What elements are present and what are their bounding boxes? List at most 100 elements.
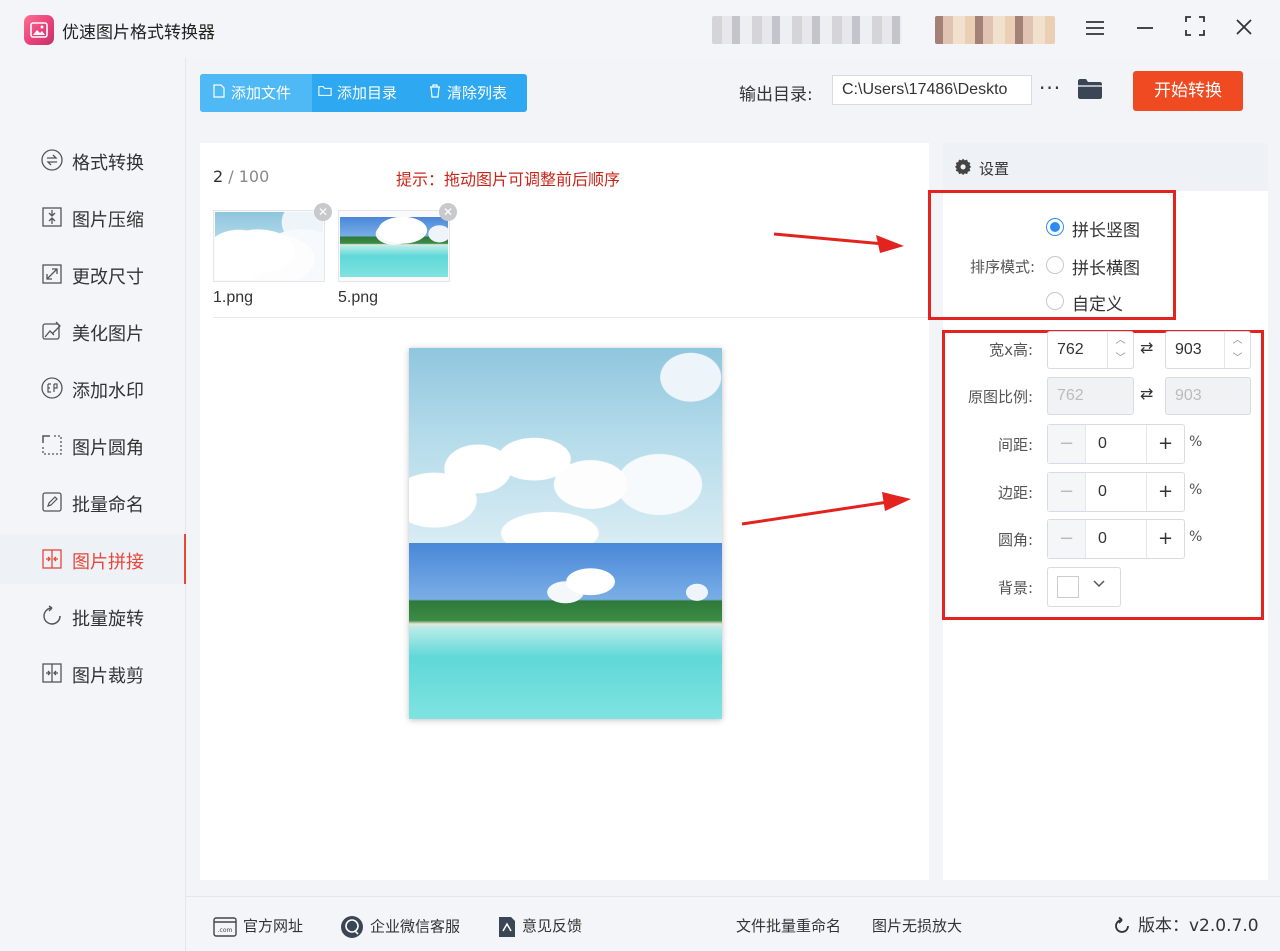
margin-stepper[interactable]: − 0 + [1047, 472, 1185, 512]
trash-icon [430, 84, 440, 98]
image-icon [30, 22, 48, 38]
sidebar-item-compress[interactable]: 图片压缩 [0, 192, 186, 242]
radio-dot [1046, 256, 1064, 274]
blurred-user-info [712, 16, 902, 44]
image-count-current: 2 [213, 167, 224, 186]
width-spinner: ︿ ﹀ [1107, 332, 1133, 368]
lossless-enlarge-link[interactable]: 图片无损放大 [872, 915, 962, 936]
output-directory-label: 输出目录: [739, 85, 813, 105]
spin-up-icon[interactable]: ︿ [1225, 332, 1250, 350]
output-directory-field[interactable]: C:\Users\17486\Deskto [832, 75, 1032, 105]
stitch-icon [42, 549, 62, 569]
format-convert-icon [41, 149, 63, 171]
sidebar: 格式转换 图片压缩 更改尺寸 美化图片 添加水印 图片圆角 批量命名 图片拼接 … [0, 58, 186, 951]
folder-outline-icon [318, 86, 332, 96]
swap-ratio-icon[interactable]: ⇄ [1140, 384, 1153, 403]
sidebar-item-rename[interactable]: 批量命名 [0, 477, 186, 527]
file-icon [213, 84, 225, 98]
batch-rename-link[interactable]: 文件批量重命名 [736, 915, 841, 936]
footer-bar: .com 官方网址 企业微信客服 意见反馈 文件批量重命名 图片无损放大 版本：v… [186, 896, 1280, 951]
feedback-link[interactable]: 意见反馈 [498, 915, 582, 938]
svg-text:.com: .com [218, 927, 233, 934]
thumbnail-filename: 1.png [213, 289, 254, 306]
sidebar-item-rounded-corner[interactable]: 图片圆角 [0, 420, 186, 470]
open-folder-button[interactable] [1077, 78, 1103, 104]
sidebar-item-stitch[interactable]: 图片拼接 [0, 534, 186, 584]
background-color-swatch [1057, 576, 1079, 598]
radio-dot [1046, 292, 1064, 310]
swap-dimensions-icon[interactable]: ⇄ [1140, 338, 1153, 357]
sidebar-item-label: 添加水印 [72, 381, 144, 402]
width-input[interactable]: 762 ︿ ﹀ [1047, 331, 1134, 369]
thumbnail-filename: 5.png [338, 289, 379, 306]
maximize-icon [1185, 16, 1205, 36]
add-file-button[interactable]: 添加文件 [200, 74, 312, 112]
start-convert-button[interactable]: 开始转换 [1133, 71, 1243, 111]
remove-thumbnail-button[interactable]: ✕ [314, 203, 332, 221]
thumbnail-image-beach [340, 217, 448, 277]
height-spinner: ︿ ﹀ [1224, 332, 1250, 368]
add-directory-button[interactable]: 添加目录 [318, 74, 418, 112]
sidebar-item-resize[interactable]: 更改尺寸 [0, 249, 186, 299]
minimize-button[interactable] [1130, 14, 1160, 44]
close-button[interactable] [1229, 14, 1259, 44]
ratio-width-field: 762 [1047, 377, 1134, 415]
gear-icon [955, 158, 972, 175]
sidebar-item-label: 更改尺寸 [72, 267, 144, 288]
folder-icon [1078, 79, 1102, 99]
maximize-button[interactable] [1180, 14, 1210, 44]
spin-down-icon[interactable]: ﹀ [1225, 350, 1250, 368]
minimize-icon [1137, 27, 1153, 29]
remove-thumbnail-button[interactable]: ✕ [439, 203, 457, 221]
decrement-button[interactable]: − [1048, 425, 1086, 463]
corner-radius-stepper[interactable]: − 0 + [1047, 519, 1185, 559]
increment-button[interactable]: + [1146, 473, 1184, 511]
increment-button[interactable]: + [1146, 520, 1184, 558]
image-count: 2 / 100 [213, 167, 269, 186]
sidebar-item-label: 图片裁剪 [72, 666, 144, 687]
thumbnail-2[interactable]: ✕ [338, 203, 457, 282]
sidebar-item-rotate[interactable]: 批量旋转 [0, 591, 186, 641]
spin-up-icon[interactable]: ︿ [1108, 332, 1133, 350]
official-site-label: 官方网址 [243, 917, 304, 935]
sidebar-item-label: 格式转换 [72, 153, 144, 174]
spin-down-icon[interactable]: ﹀ [1108, 350, 1133, 368]
sidebar-item-crop[interactable]: 图片裁剪 [0, 648, 186, 698]
sidebar-item-beautify[interactable]: 美化图片 [0, 306, 186, 356]
version-label: 版本：v2.0.7.0 [1138, 916, 1259, 936]
width-value: 762 [1057, 341, 1084, 358]
browse-more-button[interactable]: ··· [1039, 76, 1061, 100]
menu-button[interactable] [1080, 14, 1110, 44]
beautify-icon [42, 321, 61, 340]
sidebar-item-format-convert[interactable]: 格式转换 [0, 135, 186, 185]
stitch-preview [409, 348, 722, 719]
watermark-icon [41, 377, 63, 399]
height-input[interactable]: 903 ︿ ﹀ [1165, 331, 1251, 369]
corner-radius-label: 圆角: [997, 531, 1033, 549]
increment-button[interactable]: + [1146, 425, 1184, 463]
thumbnail-1[interactable]: ✕ [213, 203, 332, 282]
radio-label: 自定义 [1072, 295, 1123, 315]
sidebar-item-watermark[interactable]: 添加水印 [0, 363, 186, 413]
sort-mode-label: 排序模式: [969, 258, 1035, 276]
chevron-down-icon [1092, 577, 1106, 592]
radio-dot [1046, 218, 1064, 236]
sidebar-item-label: 图片压缩 [72, 210, 144, 231]
ratio-height-field: 903 [1165, 377, 1251, 415]
feedback-icon [499, 916, 515, 937]
width-height-label: 宽x高: [989, 341, 1033, 359]
version-info[interactable]: 版本：v2.0.7.0 [1112, 911, 1259, 936]
decrement-button[interactable]: − [1048, 520, 1086, 558]
radio-label: 拼长横图 [1072, 259, 1140, 279]
compress-icon [42, 207, 62, 227]
clear-list-label: 清除列表 [447, 84, 508, 102]
spacing-label: 间距: [997, 436, 1033, 454]
clear-list-button[interactable]: 清除列表 [428, 74, 527, 112]
background-label: 背景: [997, 579, 1033, 597]
wechat-support-link[interactable]: 企业微信客服 [340, 915, 460, 939]
official-site-link[interactable]: .com 官方网址 [213, 915, 303, 937]
decrement-button[interactable]: − [1048, 473, 1086, 511]
spacing-stepper[interactable]: − 0 + [1047, 424, 1185, 464]
background-color-select[interactable] [1047, 567, 1121, 607]
ratio-height-value: 903 [1175, 387, 1202, 404]
